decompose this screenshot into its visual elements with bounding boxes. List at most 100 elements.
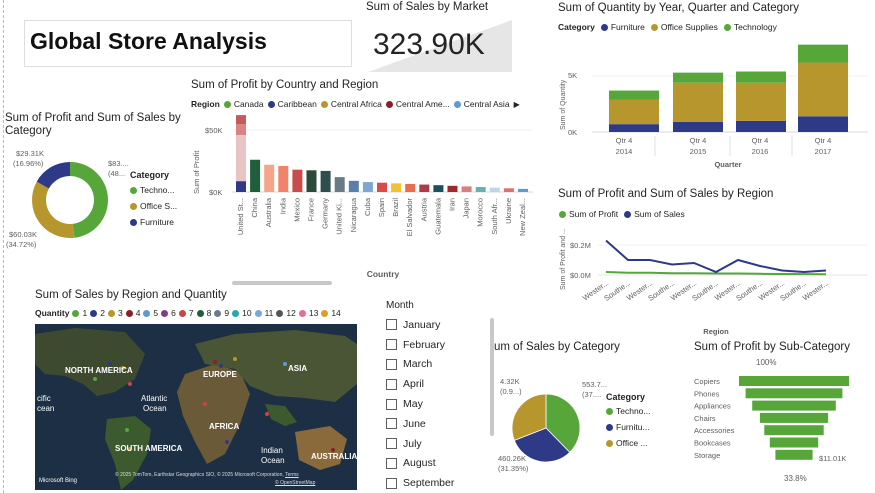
country-bar-8[interactable] [348, 180, 359, 192]
country-bar-segment-1[interactable] [236, 124, 246, 136]
country-bar-4[interactable] [292, 169, 303, 192]
month-label: August [403, 457, 436, 470]
funnel-bar-appliances[interactable] [752, 400, 836, 411]
month-option-august[interactable]: August [386, 454, 496, 474]
country-xtick-14: Guatemala [433, 197, 442, 235]
donut-slice-technology[interactable] [70, 162, 109, 238]
profit-country-plot[interactable]: Sum of Profit $50K $0K United St... China… [188, 114, 538, 294]
quarter-bar-technology-1[interactable] [673, 72, 723, 83]
country-bar-10[interactable] [377, 182, 387, 192]
quarter-bar-furniture-2[interactable] [736, 120, 786, 132]
map-osm-link[interactable]: © OpenStreetMap [275, 480, 315, 486]
country-bar-12[interactable] [405, 183, 416, 192]
quarter-bar-office-supplies-2[interactable] [736, 82, 786, 121]
quarter-bar-furniture-1[interactable] [673, 121, 723, 132]
funnel-label-copiers: Copiers [694, 377, 720, 386]
donut-legend-title: Category [130, 170, 170, 180]
funnel-chart-plot[interactable]: Copiers Phones Appliances Chairs Accessories… [690, 372, 872, 472]
quarter-bar-technology-2[interactable] [736, 71, 786, 83]
pie-card[interactable]: um of Sales by Category 4.32K (0.9...) 5… [494, 338, 684, 488]
country-bar-segment-2[interactable] [236, 135, 246, 182]
month-option-may[interactable]: May [386, 394, 496, 414]
funnel-bar-copiers[interactable] [739, 376, 849, 386]
quarter-bar-technology-0[interactable] [609, 90, 659, 100]
country-bar-1[interactable] [250, 159, 261, 192]
country-bar-20[interactable] [518, 188, 528, 192]
donut-card[interactable]: Sum of Profit and Sum of Sales by Catego… [4, 112, 190, 282]
country-legend-central-africa: Central Africa [320, 99, 382, 109]
quarter-chart-plot[interactable]: Sum of Quantity 5K 0K Qtr 4 Qtr 4 Qtr 4 … [556, 36, 872, 176]
country-bar-9[interactable] [362, 182, 373, 192]
country-bar-18[interactable] [489, 187, 500, 192]
funnel-label-accessories: Accessories [694, 426, 735, 435]
country-bar-5[interactable] [306, 170, 317, 192]
month-option-february[interactable]: February [386, 335, 496, 355]
month-option-july[interactable]: July [386, 434, 496, 454]
month-checkbox[interactable] [386, 457, 397, 469]
month-label: January [403, 318, 441, 331]
country-bar-13[interactable] [419, 184, 430, 192]
quarter-bar-office-supplies-0[interactable] [609, 99, 659, 125]
quarter-xtick-q-2014: Qtr 4 [616, 136, 633, 145]
country-bar-19[interactable] [503, 188, 514, 192]
quarter-bar-furniture-3[interactable] [798, 116, 848, 132]
map-label-asia: ASIA [288, 364, 308, 373]
quarter-bar-office-supplies-3[interactable] [798, 62, 848, 117]
country-bar-11[interactable] [391, 183, 402, 192]
country-bar-14[interactable] [433, 185, 444, 192]
month-checkbox[interactable] [386, 319, 397, 331]
country-bar-16[interactable] [461, 186, 472, 192]
month-checkbox[interactable] [386, 358, 397, 370]
country-bar-15[interactable] [447, 185, 458, 192]
quarter-chart-legend: Category Furniture Office Supplies Techn… [558, 22, 777, 32]
country-bar-segment-0[interactable] [236, 115, 246, 125]
month-option-september[interactable]: September [386, 473, 496, 493]
month-label: March [403, 358, 433, 371]
month-checkbox[interactable] [386, 477, 397, 489]
month-checkbox[interactable] [386, 378, 397, 390]
country-bar-6[interactable] [320, 170, 331, 192]
month-label: February [403, 338, 446, 351]
country-bar-7[interactable] [334, 177, 345, 192]
quarter-chart[interactable]: Sum of Quantity by Year, Quarter and Cat… [556, 0, 872, 178]
funnel-bar-accessories[interactable] [764, 425, 824, 436]
funnel-bar-storage[interactable] [775, 449, 813, 460]
country-xtick-18: South Afr... [490, 198, 499, 235]
map-card[interactable]: Sum of Sales by Region and Quantity Quan… [4, 286, 360, 493]
country-bar-segment-3[interactable] [236, 181, 246, 192]
funnel-bar-bookcases[interactable] [769, 437, 819, 448]
month-checkbox[interactable] [386, 438, 397, 450]
quarter-bar-technology-3[interactable] [798, 44, 848, 63]
month-option-april[interactable]: April [386, 374, 496, 394]
map-canvas[interactable]: NORTH AMERICA EUROPE ASIA Atlantic Ocean… [35, 324, 357, 490]
month-option-january[interactable]: January [386, 315, 496, 335]
funnel-card[interactable]: Sum of Profit by Sub-Category 100% Copie… [690, 338, 872, 490]
donut-title-line1: Sum of Profit and Sum of Sales by [5, 112, 181, 124]
month-option-june[interactable]: June [386, 414, 496, 434]
month-slicer[interactable]: Month January February March April May June Ju… [386, 300, 496, 493]
map-label-atlantic-ocean: Ocean [143, 404, 167, 413]
month-checkbox[interactable] [386, 418, 397, 430]
region-line-chart[interactable]: Sum of Profit and Sum of Sales by Region… [556, 186, 872, 336]
map-terms-link[interactable]: Terms [285, 472, 299, 478]
quarter-bar-office-supplies-1[interactable] [673, 82, 723, 122]
legend-next-arrow-icon[interactable]: ▶ [514, 99, 520, 109]
pie-chart-plot[interactable]: 4.32K (0.9...) 553.7... (37.... 460.26K … [494, 358, 684, 488]
country-bar-3[interactable] [278, 165, 289, 192]
funnel-bar-chairs[interactable] [759, 412, 829, 423]
country-bar-17[interactable] [475, 187, 486, 192]
quarter-xtick-2017: 2017 [815, 147, 832, 156]
month-checkbox[interactable] [386, 339, 397, 351]
region-line-plot[interactable]: Sum of Profit and ... $0.2M $0.0M Wester… [556, 220, 872, 338]
country-bar-2[interactable] [264, 164, 275, 192]
donut-slice-office-supplies[interactable] [32, 181, 75, 238]
quarter-bar-furniture-0[interactable] [609, 124, 659, 132]
funnel-label-phones: Phones [694, 389, 720, 398]
month-option-march[interactable]: March [386, 355, 496, 375]
month-checkbox[interactable] [386, 398, 397, 410]
funnel-bar-phones[interactable] [745, 388, 843, 399]
country-xtick-15: Iran [448, 198, 457, 211]
profit-country-chart[interactable]: Sum of Profit by Country and Region Regi… [188, 76, 538, 286]
funnel-label-storage: Storage [694, 451, 720, 460]
horizontal-scrollbar[interactable] [232, 281, 332, 285]
